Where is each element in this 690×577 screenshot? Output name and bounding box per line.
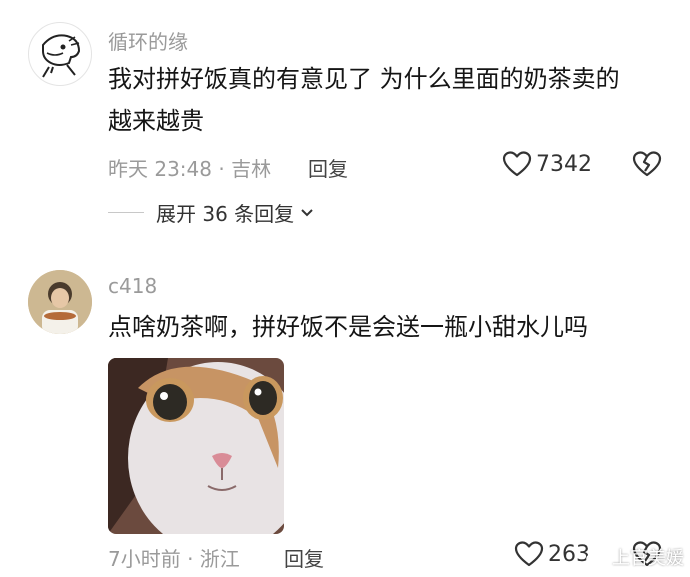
comment-text-2: 点啥奶茶啊，拼好饭不是会送一瓶小甜水儿吗: [108, 313, 588, 341]
expand-replies-label: 展开 36 条回复: [156, 202, 295, 226]
broken-heart-icon: [632, 151, 662, 177]
divider-line: [108, 212, 144, 213]
comment-meta-1: 昨天 23:48 · 吉林: [108, 157, 272, 181]
cat-face-icon: [108, 358, 284, 534]
doodle-avatar-icon: [42, 34, 81, 78]
watermark: 上官美媛: [586, 544, 684, 570]
comment-text-1: 我对拼好饭真的有意见了 为什么里面的奶茶卖的 越来越贵: [108, 65, 620, 135]
weibo-logo-icon: [586, 549, 607, 566]
dislike-button-1[interactable]: [632, 150, 662, 182]
cat-meme-image[interactable]: [108, 358, 284, 534]
child-photo-avatar-icon: [28, 270, 92, 334]
like-count-2: 263: [548, 541, 590, 567]
heart-icon: [502, 151, 532, 177]
avatar-xunhuan[interactable]: [28, 22, 92, 86]
heart-icon: [514, 541, 544, 567]
chevron-down-icon: [301, 208, 313, 216]
watermark-text: 上官美媛: [612, 548, 684, 569]
like-button-1[interactable]: 7342: [502, 150, 592, 178]
like-count-1: 7342: [536, 151, 592, 177]
username-2[interactable]: c418: [108, 274, 157, 298]
comment-meta-2: 7小时前 · 浙江: [108, 547, 240, 571]
username-1[interactable]: 循环的缘: [108, 26, 188, 55]
reply-button-2[interactable]: 回复: [284, 543, 324, 572]
expand-replies-button[interactable]: 展开 36 条回复: [108, 198, 314, 227]
like-button-2[interactable]: 263: [514, 540, 590, 568]
avatar-c418[interactable]: [28, 270, 92, 334]
reply-button-1[interactable]: 回复: [308, 153, 348, 182]
